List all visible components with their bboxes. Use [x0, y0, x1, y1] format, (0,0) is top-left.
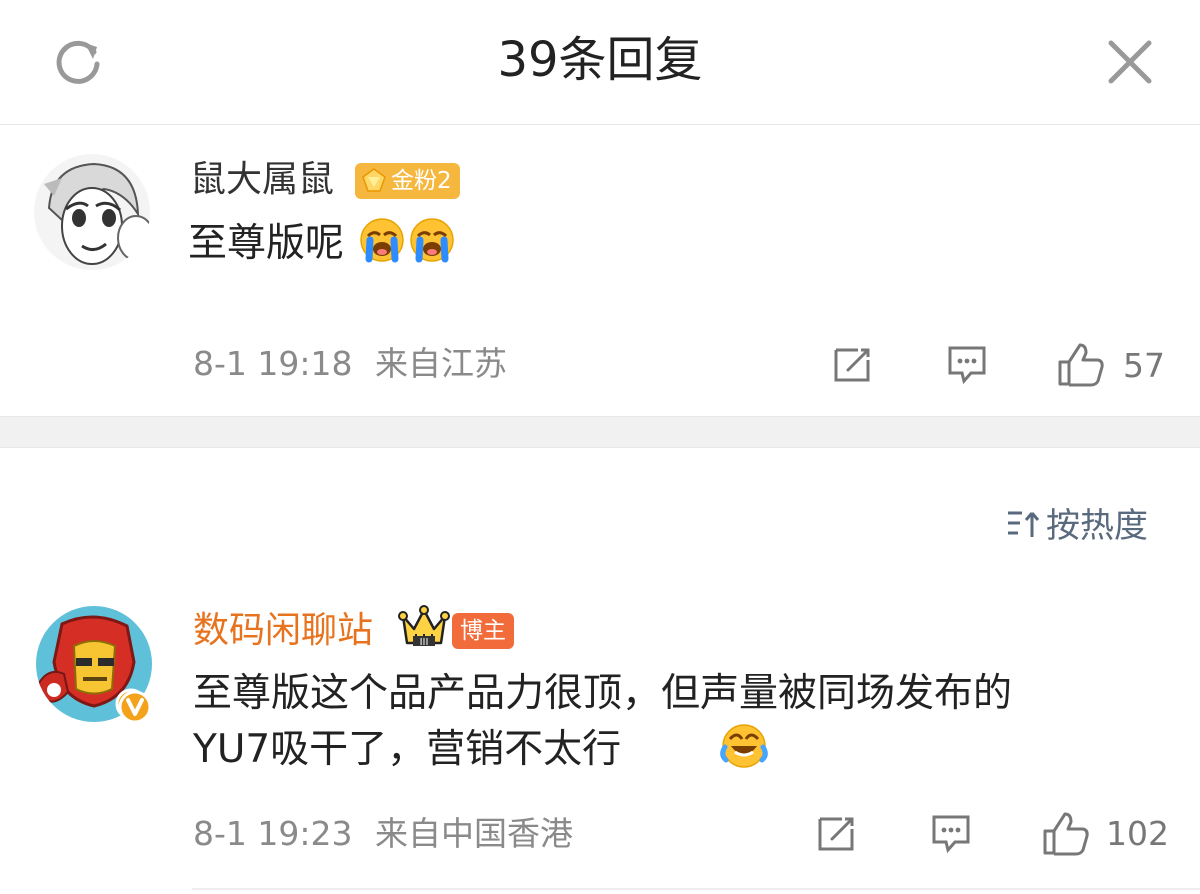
reply-button[interactable] — [944, 342, 990, 388]
sort-button[interactable]: 按热度 — [1004, 504, 1148, 548]
section-divider — [0, 416, 1200, 448]
comment-text: 至尊版这个品产品力很顶，但声量被同场发布的 YU7吸干了，营销不太行 — [193, 666, 1183, 778]
comment-text: 至尊版呢 — [188, 216, 456, 272]
comment-text-line-1: 至尊版这个品产品力很顶，但声量被同场发布的 — [193, 671, 1013, 716]
comment-icon — [948, 346, 986, 385]
page-title: 39条回复 — [497, 32, 703, 88]
comment-time: 8-1 19:23 — [193, 814, 353, 853]
verified-badge — [117, 689, 153, 725]
like-count: 102 — [1106, 814, 1169, 853]
username[interactable]: 数码闲聊站 — [193, 609, 373, 653]
edit-icon — [818, 817, 854, 851]
username[interactable]: 鼠大属鼠 — [190, 158, 334, 202]
comment-text-line-2: YU7吸干了，营销不太行 — [193, 722, 1183, 778]
comment-text-label: 至尊版呢 — [188, 221, 345, 266]
sort-icon — [1008, 511, 1040, 537]
comment-time: 8-1 19:18 — [193, 344, 353, 383]
bottom-divider — [192, 888, 1200, 890]
badge-label: 金粉2 — [391, 168, 452, 194]
comment-location: 来自中国香港 — [375, 814, 573, 853]
fan-badge: 金粉2 — [355, 163, 460, 199]
crying-emoji — [410, 218, 455, 263]
reply-button[interactable] — [928, 811, 974, 857]
thumb-up-icon — [1043, 812, 1089, 856]
repost-button[interactable] — [814, 811, 860, 857]
comment-text-line-2-label: YU7吸干了，营销不太行 — [193, 727, 622, 772]
avatar[interactable] — [34, 154, 150, 270]
laughing-crying-emoji — [719, 724, 768, 768]
edit-icon — [834, 348, 870, 382]
crying-emoji — [360, 218, 405, 263]
close-icon — [1108, 40, 1152, 84]
crown-badge: III — [398, 604, 450, 650]
like-button[interactable] — [1040, 809, 1092, 859]
badge-label: 博主 — [460, 618, 506, 644]
comment-meta: 8-1 19:18 来自江苏 — [193, 344, 507, 384]
comment-meta: 8-1 19:23 来自中国香港 — [193, 814, 573, 854]
like-count: 57 — [1123, 346, 1165, 385]
gem-icon — [362, 168, 386, 192]
svg-text:III: III — [420, 637, 429, 648]
crown-icon: III — [398, 605, 450, 648]
close-button[interactable] — [1102, 34, 1158, 90]
reply-header: 39条回复 — [0, 0, 1200, 125]
blogger-badge: 博主 — [452, 613, 514, 649]
like-button[interactable] — [1055, 340, 1107, 390]
manga-avatar-image — [34, 154, 150, 270]
verified-v-icon — [118, 690, 152, 724]
repost-button[interactable] — [830, 342, 876, 388]
thumb-up-icon — [1058, 343, 1104, 387]
comment-location: 来自江苏 — [375, 344, 507, 383]
comment-icon — [932, 815, 970, 854]
sort-label: 按热度 — [1046, 506, 1148, 546]
